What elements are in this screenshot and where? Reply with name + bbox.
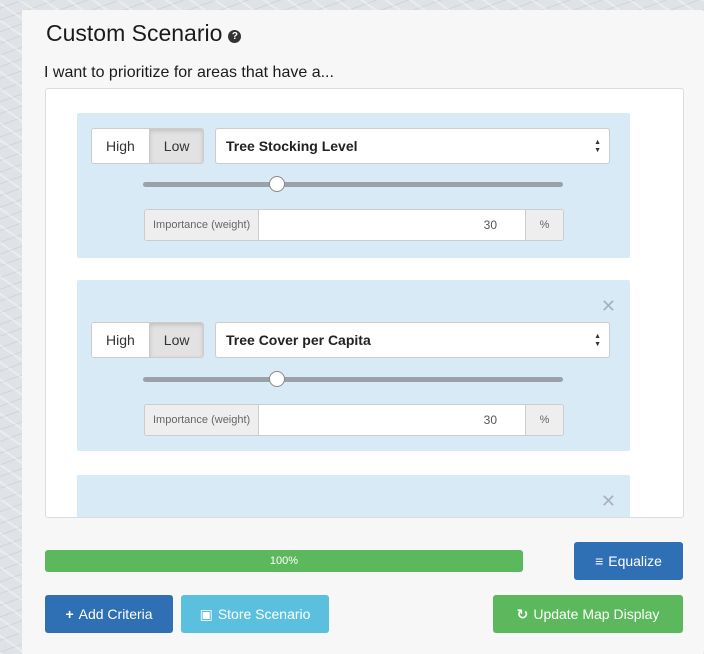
align-icon: ≡ <box>595 553 604 569</box>
add-criteria-button[interactable]: + Add Criteria <box>45 595 173 633</box>
weight-label: Importance (weight) <box>145 405 260 435</box>
metric-select[interactable]: Tree Stocking Level ▲ ▼ <box>215 128 610 164</box>
weight-unit: % <box>525 405 563 435</box>
criterion-card: ✕ High Low Tree Cover per Capita ▲ ▼ Impo… <box>77 280 630 451</box>
weight-slider[interactable] <box>143 371 563 387</box>
criteria-list[interactable]: High Low Tree Stocking Level ▲ ▼ Importan… <box>45 88 684 518</box>
page-title: Custom Scenario ? <box>46 20 242 47</box>
slider-handle[interactable] <box>269 371 285 387</box>
weight-label: Importance (weight) <box>145 210 260 240</box>
select-caret-icon: ▲ ▼ <box>594 333 601 348</box>
high-low-toggle: High Low <box>91 322 205 358</box>
weight-input[interactable]: 30 <box>259 405 525 435</box>
close-icon[interactable]: ✕ <box>601 296 616 317</box>
equalize-button[interactable]: ≡ Equalize <box>574 542 683 580</box>
page-subtitle: I want to prioritize for areas that have… <box>44 64 334 81</box>
plus-icon: + <box>65 606 74 622</box>
low-option[interactable]: Low <box>148 129 204 163</box>
criterion-card: High Low Tree Stocking Level ▲ ▼ Importan… <box>77 113 630 258</box>
question-circle-icon[interactable]: ? <box>228 30 242 43</box>
low-option[interactable]: Low <box>148 323 204 357</box>
weight-unit: % <box>525 210 563 240</box>
slider-handle[interactable] <box>269 176 285 192</box>
criterion-card: ✕ <box>77 475 630 517</box>
weight-input-group: Importance (weight) 30 % <box>144 404 564 436</box>
close-icon[interactable]: ✕ <box>601 491 616 512</box>
weight-slider[interactable] <box>143 176 563 192</box>
save-icon: ▣ <box>199 606 213 622</box>
refresh-icon: ↻ <box>516 606 529 622</box>
high-low-toggle: High Low <box>91 128 205 164</box>
metric-select[interactable]: Tree Cover per Capita ▲ ▼ <box>215 322 610 358</box>
weight-input-group: Importance (weight) 30 % <box>144 209 564 241</box>
weight-total-progress: 100% <box>45 550 523 572</box>
progress-fill: 100% <box>45 550 523 572</box>
high-option[interactable]: High <box>92 129 149 163</box>
update-map-display-button[interactable]: ↻ Update Map Display <box>493 595 683 633</box>
store-scenario-button[interactable]: ▣ Store Scenario <box>181 595 329 633</box>
weight-input[interactable]: 30 <box>259 210 525 240</box>
select-caret-icon: ▲ ▼ <box>594 139 601 154</box>
high-option[interactable]: High <box>92 323 149 357</box>
